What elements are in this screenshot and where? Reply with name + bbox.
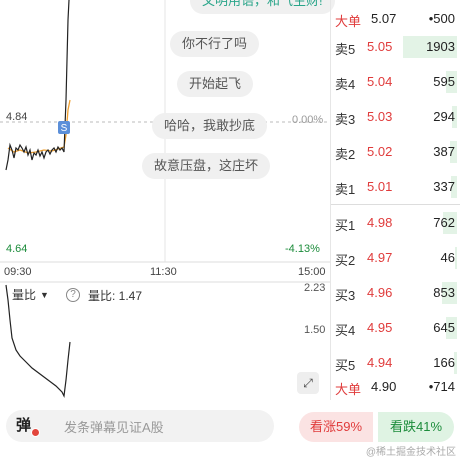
danmu-status-dot-icon [31,428,40,437]
ask-row[interactable]: 卖1 5.01 337 [331,170,460,204]
s-marker-label: S [61,123,68,134]
intraday-chart[interactable]: S [0,0,330,400]
bid-row[interactable]: 买5 4.94 166 [331,346,460,380]
low-price-label: 4.64 [6,243,28,255]
order-level-label: 买5 [335,358,356,373]
watermark: @稀土掘金技术社区 [365,447,456,458]
order-price: 5.05 [367,39,393,54]
volume-axis-mid: 1.50 [304,324,326,336]
order-volume: 46 [440,250,455,265]
danmu-bubble: 开始起飞 [177,71,254,97]
big-order-bottom: 大单 4.90 •714 [331,376,460,400]
expand-icon[interactable]: ⤢ [297,372,319,394]
bid-row[interactable]: 买4 4.95 645 [331,311,460,345]
chevron-down-icon: ▼ [40,289,49,300]
time-mid-label: 11:30 [150,266,177,278]
ask-row[interactable]: 卖5 5.05 1903 [331,30,460,64]
order-level-label: 卖2 [335,147,356,162]
chart-area[interactable]: S 文明用语，和气生财! 你不行了吗 开始起飞 哈哈，我敢抄底 故意压盘，这庄坏… [0,0,335,400]
order-level-label: 卖1 [335,182,356,197]
order-level-label: 买2 [335,253,356,268]
vote-up-button[interactable]: 看涨59% [299,412,373,442]
order-price: 4.96 [367,285,393,300]
order-volume: 387 [433,144,455,159]
low-pct-label: -4.13% [285,243,320,255]
big-order-label: 大单 [335,382,362,397]
order-volume: 645 [433,320,455,335]
order-level-label: 卖4 [335,77,356,92]
big-order-price: 4.90 [371,379,397,394]
danmu-input[interactable]: 弹 发条弹幕见证A股 [6,410,274,442]
bid-row[interactable]: 买3 4.96 853 [331,276,460,310]
ask-row[interactable]: 卖2 5.02 387 [331,135,460,169]
volume-bar [455,247,457,269]
danmu-bubble-partial: 文明用语，和气生财! [190,0,335,14]
order-book: 大单 5.07 •500 卖5 5.05 1903 卖4 5.04 595 卖3 5.03 29… [330,0,460,400]
order-price: 4.98 [367,215,393,230]
bid-row[interactable]: 买2 4.97 46 [331,241,460,275]
order-volume: 1903 [426,39,455,54]
bid-row[interactable]: 买1 4.98 762 [331,206,460,240]
order-price: 5.02 [367,144,393,159]
order-volume: 853 [433,285,455,300]
order-volume: 294 [433,109,455,124]
ref-price-label: 4.84 [6,111,28,123]
big-order-value: •714 [428,379,455,394]
order-volume: 337 [433,179,455,194]
danmu-bubble: 你不行了吗 [170,31,260,57]
order-price: 4.95 [367,320,393,335]
indicator-value: 量比: 1.47 [88,289,143,303]
big-order-top: 大单 5.07 •500 [331,8,460,32]
ask-row[interactable]: 卖3 5.03 294 [331,100,460,134]
order-volume: 595 [433,74,455,89]
order-price: 5.03 [367,109,393,124]
big-order-value: •500 [428,11,455,26]
bottom-bar: 弹 发条弹幕见证A股 看涨59% 看跌41% @稀土掘金技术社区 [0,404,460,460]
order-level-label: 买4 [335,323,356,338]
order-price: 4.94 [367,355,393,370]
danmu-bubble: 故意压盘，这庄坏 [142,153,271,179]
danmu-placeholder: 发条弹幕见证A股 [64,420,164,435]
order-level-label: 卖5 [335,42,356,57]
order-level-label: 买1 [335,218,356,233]
order-volume: 762 [433,215,455,230]
big-order-price: 5.07 [371,11,397,26]
order-book-divider [331,204,460,205]
order-price: 5.01 [367,179,393,194]
danmu-toggle-button[interactable]: 弹 [16,414,31,435]
time-end-label: 15:00 [298,266,326,278]
indicator-label: 量比 [12,288,37,302]
order-level-label: 买3 [335,288,356,303]
indicator-dropdown[interactable]: 量比 ▼ [12,286,49,303]
big-order-label: 大单 [335,14,362,29]
ref-pct-label: 0.00% [292,114,324,126]
price-line [5,0,70,171]
volume-axis-top: 2.23 [304,282,326,294]
ask-row[interactable]: 卖4 5.04 595 [331,65,460,99]
order-volume: 166 [433,355,455,370]
time-start-label: 09:30 [4,266,32,278]
danmu-bubble: 哈哈，我敢抄底 [152,113,268,139]
help-icon[interactable]: ? [66,288,80,302]
vote-down-button[interactable]: 看跌41% [378,412,454,442]
order-level-label: 卖3 [335,112,356,127]
order-price: 5.04 [367,74,393,89]
order-price: 4.97 [367,250,393,265]
